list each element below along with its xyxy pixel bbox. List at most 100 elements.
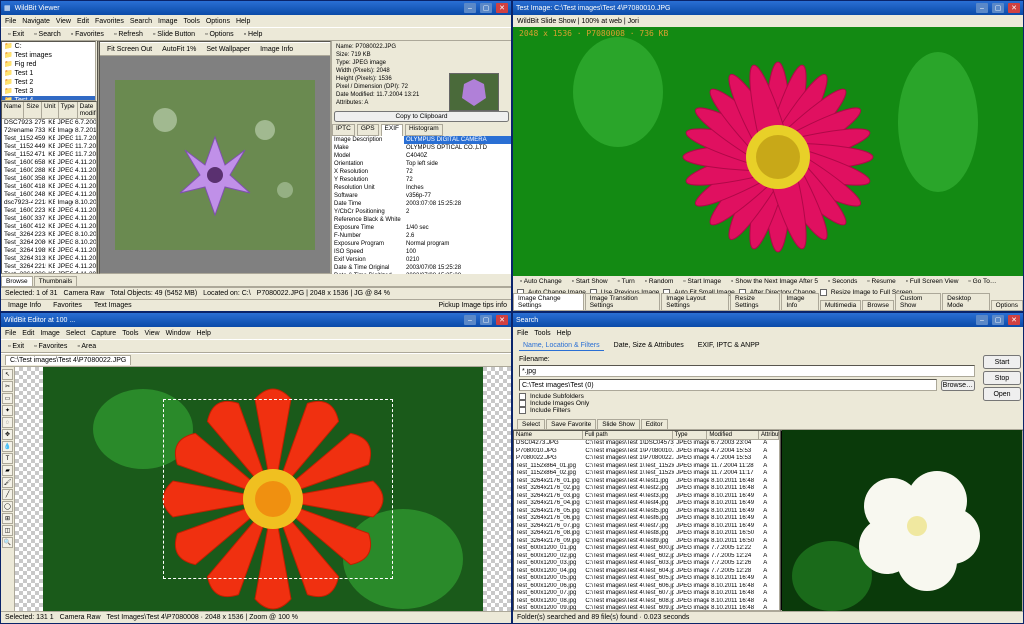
result-row[interactable]: Test_600x1200_01.jpgC:\Test images\Test …	[514, 545, 779, 553]
exif-row[interactable]: ISO Speed100	[332, 248, 511, 256]
slide-control[interactable]: ▫ Start Image	[680, 278, 724, 285]
slide-control[interactable]: ▫ Go To…	[966, 278, 1000, 285]
minimize-button[interactable]: –	[464, 3, 476, 13]
slide-tab[interactable]: Image Transition Settings	[585, 293, 661, 310]
exif-row[interactable]: Exif Version0210	[332, 256, 511, 264]
file-row[interactable]: Test_1600x1200_03.jpg358KBJPEG image4.11…	[2, 175, 96, 183]
wand-tool-icon[interactable]: ✦	[2, 405, 13, 416]
file-row[interactable]: Test_1152x864_02.jpg449KBJPEG image11.7.…	[2, 143, 96, 151]
exif-row[interactable]: Date & Time Digitized2003/07/08 15:25:28	[332, 272, 511, 274]
result-tab[interactable]: Save Favorite	[546, 419, 596, 429]
file-row[interactable]: Test_3264x2448_01.jpg1985KBJPEG image4.1…	[2, 247, 96, 255]
result-row[interactable]: Test_3264x2176_05.jpgC:\Test images\Test…	[514, 508, 779, 516]
lasso-tool-icon[interactable]: ◌	[2, 417, 13, 428]
result-row[interactable]: DSC04273.JPGC:\Test images\Test 1\DSC045…	[514, 440, 779, 448]
col-header[interactable]: Name	[514, 431, 583, 439]
slide-tab[interactable]: Resize Settings	[730, 293, 780, 310]
menu-help[interactable]: Help	[557, 330, 571, 337]
stop-button[interactable]: Stop	[983, 371, 1021, 385]
exif-row[interactable]: Y/CbCr Positioning2	[332, 208, 511, 216]
preview-tab[interactable]: Image Info	[257, 46, 296, 53]
menu-view[interactable]: View	[56, 18, 71, 25]
result-row[interactable]: Test_600x1200_08.jpgC:\Test images\Test …	[514, 598, 779, 606]
result-row[interactable]: Test_600x1200_03.jpgC:\Test images\Test …	[514, 560, 779, 568]
slide-control[interactable]: ▫ Random	[642, 278, 677, 285]
search-tab[interactable]: EXIF, IPTC & ANPP	[694, 341, 764, 351]
exif-row[interactable]: MakeOLYMPUS OPTICAL CO.,LTD	[332, 144, 511, 152]
exif-row[interactable]: OrientationTop left side	[332, 160, 511, 168]
maximize-button[interactable]: ▢	[992, 315, 1004, 325]
shape-tool-icon[interactable]: ◯	[2, 501, 13, 512]
editor-canvas[interactable]	[15, 367, 511, 611]
folder-item[interactable]: 📁 Fig red	[2, 60, 95, 69]
file-row[interactable]: DSC7923-1.jpg275KBJPEG image6.7.2003 23:…	[2, 119, 96, 127]
viewer-titlebar[interactable]: ▦ WildBit Viewer – ▢ ✕	[1, 1, 511, 15]
result-row[interactable]: Test_3264x2176_06.jpgC:\Test images\Test…	[514, 515, 779, 523]
option-tab[interactable]: Browse	[1, 276, 33, 286]
col-header[interactable]: Modified	[707, 431, 759, 439]
search-tab[interactable]: Date, Size & Attributes	[610, 341, 688, 351]
filename-input[interactable]	[519, 365, 975, 377]
col-header[interactable]: Full path	[583, 431, 673, 439]
result-row[interactable]: Test_3264x2176_08.jpgC:\Test images\Test…	[514, 530, 779, 538]
crop-tool-icon[interactable]: ✂	[2, 381, 13, 392]
search-results[interactable]: NameFull pathTypeModifiedAttributes DSC0…	[513, 430, 780, 611]
info-tab[interactable]: IPTC	[332, 124, 355, 136]
slideshow-titlebar[interactable]: Test Image: C:\Test images\Test 4\P70800…	[513, 1, 1023, 15]
menu-file[interactable]: File	[5, 330, 16, 337]
maximize-button[interactable]: ▢	[992, 3, 1004, 13]
maximize-button[interactable]: ▢	[480, 315, 492, 325]
erase-tool-icon[interactable]: ◫	[2, 525, 13, 536]
menu-image[interactable]: Image	[158, 18, 177, 25]
menu-options[interactable]: Options	[206, 18, 230, 25]
result-row[interactable]: P7080022.JPGC:\Test images\Test 1\P70800…	[514, 455, 779, 463]
pointer-tool-icon[interactable]: ↖	[2, 369, 13, 380]
file-row[interactable]: Test_1152x864_01.jpg459KBJPEG image11.7.…	[2, 135, 96, 143]
start-button[interactable]: Start	[983, 355, 1021, 369]
tb-exit[interactable]: ▫ Exit	[5, 31, 27, 38]
search-titlebar[interactable]: Search – ▢ ✕	[513, 313, 1023, 327]
close-button[interactable]: ✕	[496, 3, 508, 13]
slide-tab[interactable]: Custom Show	[895, 293, 941, 310]
exif-row[interactable]: ModelC4040Z	[332, 152, 511, 160]
result-row[interactable]: P7080010.JPGC:\Test images\Test 1\P70800…	[514, 448, 779, 456]
menu-image[interactable]: Image	[40, 330, 59, 337]
clone-tool-icon[interactable]: ⊞	[2, 513, 13, 524]
exif-row[interactable]: Exposure ProgramNormal program	[332, 240, 511, 248]
menu-file[interactable]: File	[517, 330, 528, 337]
minimize-button[interactable]: –	[464, 315, 476, 325]
folder-item[interactable]: 📁 C:	[2, 42, 95, 51]
result-row[interactable]: Test_1152x864_01.jpgC:\Test images\Test …	[514, 463, 779, 471]
preview-tab[interactable]: Set Wallpaper	[203, 46, 253, 53]
file-row[interactable]: Test_3264x2176_02.jpg2086KBJPEG image8.1…	[2, 239, 96, 247]
result-row[interactable]: Test_600x1200_06.jpgC:\Test images\Test …	[514, 583, 779, 591]
text-tool-icon[interactable]: T	[2, 453, 13, 464]
exif-row[interactable]: Softwarev356p-77	[332, 192, 511, 200]
menu-edit[interactable]: Edit	[22, 330, 34, 337]
col-header[interactable]: Name	[2, 102, 24, 118]
col-header[interactable]: Type	[59, 102, 78, 118]
exif-row[interactable]: Image DescriptionOLYMPUS DIGITAL CAMERA	[332, 136, 511, 144]
close-button[interactable]: ✕	[1008, 315, 1020, 325]
file-row[interactable]: Test_1600x1200_01.jpg658KBJPEG image4.11…	[2, 159, 96, 167]
result-row[interactable]: Test_3264x2176_01.jpgC:\Test images\Test…	[514, 478, 779, 486]
paint-tool-icon[interactable]: 🖌	[2, 477, 13, 488]
minimize-button[interactable]: –	[976, 315, 988, 325]
maximize-button[interactable]: ▢	[480, 3, 492, 13]
exif-row[interactable]: Exposure Time1/40 sec	[332, 224, 511, 232]
exif-row[interactable]: Resolution UnitInches	[332, 184, 511, 192]
result-row[interactable]: Test_600x1200_02.jpgC:\Test images\Test …	[514, 553, 779, 561]
search-checkbox[interactable]: Include Images Only	[519, 400, 975, 407]
folder-item[interactable]: 📁 Test 2	[2, 78, 95, 87]
slide-tab[interactable]: Multimedia	[820, 300, 861, 310]
exif-row[interactable]: Date & Time Original2003/07/08 15:25:28	[332, 264, 511, 272]
result-row[interactable]: Test_3264x2176_03.jpgC:\Test images\Test…	[514, 493, 779, 501]
file-list[interactable]: NameSizeUnitTypeDate modified DSC7923-1.…	[1, 101, 97, 274]
copy-clipboard-button[interactable]: Copy to Clipboard	[334, 111, 509, 122]
menu-view[interactable]: View	[145, 330, 160, 337]
close-button[interactable]: ✕	[496, 315, 508, 325]
slide-control[interactable]: ▫ Resume	[864, 278, 898, 285]
file-row[interactable]: Test_1600x1200_08.jpg337KBJPEG image4.11…	[2, 215, 96, 223]
preview-tab[interactable]: Fit Screen Out	[104, 46, 155, 53]
slide-control[interactable]: ▫ Full Screen View	[903, 278, 962, 285]
